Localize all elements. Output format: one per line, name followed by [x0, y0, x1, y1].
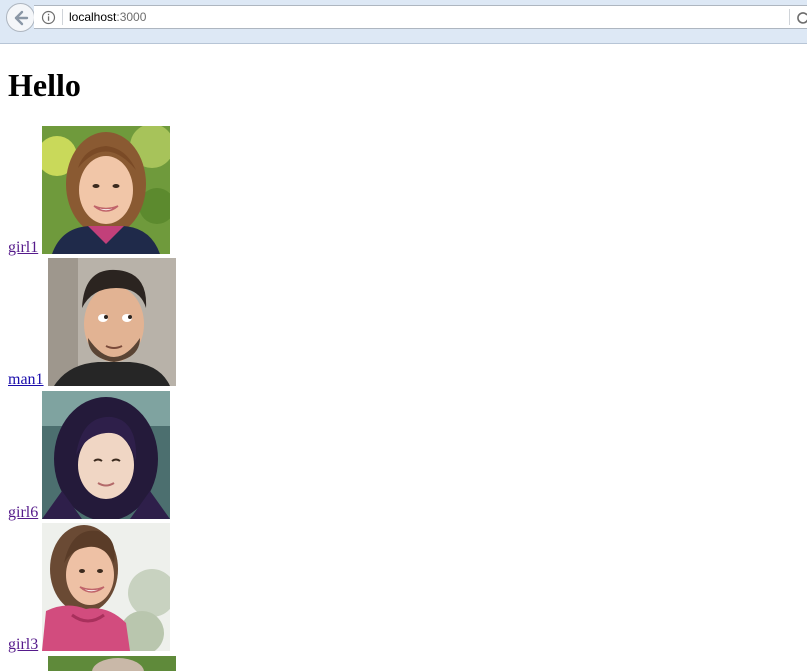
person-entry: girl1 — [8, 126, 178, 257]
url-right-divider — [789, 9, 790, 25]
url-text[interactable]: localhost:3000 — [69, 10, 146, 24]
person-link[interactable]: girl1 — [8, 239, 38, 257]
person-photo[interactable] — [48, 258, 176, 386]
person-link[interactable]: girl6 — [8, 504, 38, 522]
browser-toolbar: localhost:3000 — [0, 0, 807, 44]
person-photo[interactable] — [42, 391, 170, 519]
person-photo[interactable] — [42, 523, 170, 651]
info-icon[interactable] — [41, 10, 56, 25]
person-entry: girl6 — [8, 391, 178, 522]
address-bar[interactable]: localhost:3000 — [34, 5, 807, 29]
url-port: :3000 — [116, 10, 147, 24]
back-arrow-icon — [14, 10, 29, 26]
person-photo[interactable] — [42, 126, 170, 254]
person-entry: man1 — [8, 258, 184, 389]
reload-icon[interactable] — [797, 11, 807, 24]
url-divider — [62, 9, 63, 25]
person-entry: girl3 — [8, 523, 178, 654]
url-host: localhost — [69, 10, 117, 24]
person-photo[interactable] — [48, 656, 176, 671]
back-button[interactable] — [6, 3, 35, 32]
person-link[interactable]: girl3 — [8, 636, 38, 654]
page-title: Hello — [8, 67, 81, 103]
person-link[interactable]: man1 — [8, 371, 44, 389]
